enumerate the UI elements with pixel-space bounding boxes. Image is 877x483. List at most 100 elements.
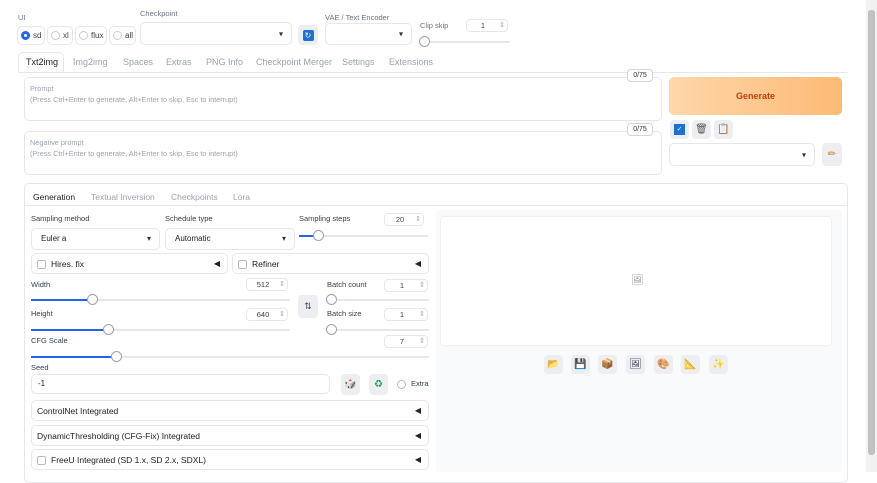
package-icon: 📦 — [601, 359, 614, 370]
width-label: Width — [31, 280, 51, 289]
prompt-textarea[interactable]: Prompt (Press Ctrl+Enter to generate, Alt… — [24, 77, 662, 121]
batch-count-label: Batch count — [327, 280, 367, 289]
height-label: Height — [31, 309, 53, 318]
tab-png-info[interactable]: PNG Info — [206, 57, 243, 67]
negative-prompt-textarea[interactable]: Negative prompt (Press Ctrl+Enter to gene… — [24, 131, 662, 175]
clip-skip-input[interactable]: 1 — [466, 19, 508, 32]
folder-icon: 📂 — [547, 359, 560, 370]
radio-flux[interactable]: flux — [75, 26, 107, 45]
vae-label: VAE / Text Encoder — [325, 13, 390, 22]
tab-img2img[interactable]: Img2img — [73, 57, 108, 67]
clipboard-icon: 📋 — [717, 124, 730, 135]
edit-styles-button[interactable]: ✏ — [822, 143, 842, 166]
width-input[interactable]: 512 — [246, 278, 288, 291]
negative-token-counter: 0/75 — [627, 123, 653, 136]
trash-button[interactable]: 🗑 — [692, 120, 711, 139]
subtab-textual-inversion[interactable]: Textual Inversion — [91, 192, 155, 202]
subtab-checkpoints[interactable]: Checkpoints — [171, 192, 218, 202]
freeu-checkbox[interactable] — [37, 456, 46, 466]
controlnet-accordion[interactable]: ControlNet Integrated ◀ — [31, 400, 429, 421]
ui-radio-group: sd xl flux all — [17, 26, 136, 45]
sampling-steps-input[interactable]: 20 — [384, 213, 424, 226]
image-preview: 🖼 — [440, 216, 832, 346]
collapse-triangle-icon: ◀ — [213, 259, 220, 268]
refiner-checkbox[interactable] — [238, 260, 247, 270]
dynamic-thresholding-accordion[interactable]: DynamicThresholding (CFG-Fix) Integrated… — [31, 425, 429, 446]
tab-extras[interactable]: Extras — [166, 57, 192, 67]
hires-fix-accordion[interactable]: Hires. fix ◀ — [31, 253, 228, 274]
accordion-label: ControlNet Integrated — [37, 406, 119, 416]
sampling-method-label: Sampling method — [31, 214, 90, 223]
subtab-generation[interactable]: Generation — [33, 192, 75, 202]
trash-icon: 🗑 — [695, 124, 708, 135]
styles-dropdown[interactable] — [669, 143, 815, 166]
checkpoint-dropdown[interactable] — [140, 22, 292, 45]
height-slider[interactable] — [31, 324, 290, 335]
edit-box-icon: ✓ — [674, 124, 685, 135]
picture-icon: 🖼 — [629, 359, 642, 370]
negative-placeholder: (Press Ctrl+Enter to generate, Alt+Enter… — [30, 149, 238, 158]
generate-button[interactable]: Generate — [669, 77, 842, 115]
extra-checkbox[interactable]: Extra — [397, 379, 429, 389]
tab-extensions[interactable]: Extensions — [389, 57, 433, 67]
refresh-button[interactable]: ↻ — [298, 25, 318, 45]
prompt-token-counter: 0/75 — [627, 69, 653, 82]
height-input[interactable]: 640 — [246, 308, 288, 321]
tab-txt2img[interactable]: Txt2img — [26, 57, 58, 67]
refiner-accordion[interactable]: Refiner ◀ — [232, 253, 429, 274]
radio-label: flux — [91, 31, 104, 40]
seed-input[interactable]: -1 — [31, 374, 330, 394]
extra-checkbox-box[interactable] — [397, 379, 406, 389]
send-to-extras-button[interactable]: 📐 — [681, 355, 700, 374]
batch-count-input[interactable]: 1 — [384, 279, 428, 292]
open-folder-button[interactable]: 📂 — [544, 355, 563, 374]
tab-spaces[interactable]: Spaces — [123, 57, 153, 67]
sampling-steps-label: Sampling steps — [299, 214, 351, 223]
upscale-button[interactable]: ✨ — [709, 355, 728, 374]
prompt-placeholder: (Press Ctrl+Enter to generate, Alt+Enter… — [30, 95, 238, 104]
subtab-lora[interactable]: Lora — [233, 192, 250, 202]
pencil-icon: ✏ — [827, 149, 837, 160]
radio-all[interactable]: all — [109, 26, 136, 45]
image-placeholder-icon: 🖼 — [631, 275, 644, 286]
width-slider[interactable] — [31, 294, 290, 305]
freeu-accordion[interactable]: FreeU Integrated (SD 1.x, SD 2.x, SDXL) ◀ — [31, 449, 429, 470]
tab-settings[interactable]: Settings — [342, 57, 375, 67]
sampling-steps-slider[interactable] — [299, 230, 428, 241]
send-to-inpaint-button[interactable]: 🎨 — [654, 355, 673, 374]
zip-button[interactable]: 📦 — [598, 355, 617, 374]
sparkle-icon: ✨ — [712, 359, 725, 370]
batch-size-input[interactable]: 1 — [384, 308, 428, 321]
cfg-scale-label: CFG Scale — [31, 336, 68, 345]
clip-skip-slider[interactable] — [419, 36, 510, 47]
radio-sd[interactable]: sd — [17, 26, 45, 45]
batch-size-slider[interactable] — [326, 324, 429, 335]
hires-fix-checkbox[interactable] — [37, 260, 46, 270]
random-seed-button[interactable]: 🎲 — [341, 374, 360, 395]
cfg-scale-input[interactable]: 7 — [384, 335, 428, 348]
triangle-ruler-icon: 📐 — [684, 359, 697, 370]
send-to-img2img-button[interactable]: 🖼 — [626, 355, 645, 374]
clipboard-button[interactable]: 📋 — [714, 120, 733, 139]
save-button[interactable]: 💾 — [571, 355, 590, 374]
cfg-scale-slider[interactable] — [31, 351, 429, 362]
reuse-seed-button[interactable]: ♻ — [369, 374, 388, 395]
clip-skip-label: Clip skip — [420, 21, 449, 30]
dice-icon: 🎲 — [344, 379, 357, 390]
apply-styles-button[interactable]: ✓ — [670, 120, 689, 139]
seed-label: Seed — [31, 363, 49, 372]
vae-dropdown[interactable] — [325, 23, 412, 45]
tab-checkpoint-merger[interactable]: Checkpoint Merger — [256, 57, 332, 67]
batch-count-slider[interactable] — [326, 294, 429, 305]
save-icon: 💾 — [574, 359, 587, 370]
extra-label: Extra — [411, 379, 429, 388]
schedule-type-dropdown[interactable]: Automatic — [165, 228, 295, 250]
scrollbar[interactable] — [866, 0, 877, 472]
radio-xl[interactable]: xl — [47, 26, 73, 45]
checkpoint-label: Checkpoint — [140, 9, 178, 18]
ui-label: UI — [18, 13, 26, 22]
sampling-method-dropdown[interactable]: Euler a — [31, 228, 160, 250]
palette-icon: 🎨 — [657, 359, 670, 370]
scrollbar-thumb[interactable] — [868, 10, 875, 455]
swap-dimensions-button[interactable]: ⇅ — [298, 295, 318, 318]
